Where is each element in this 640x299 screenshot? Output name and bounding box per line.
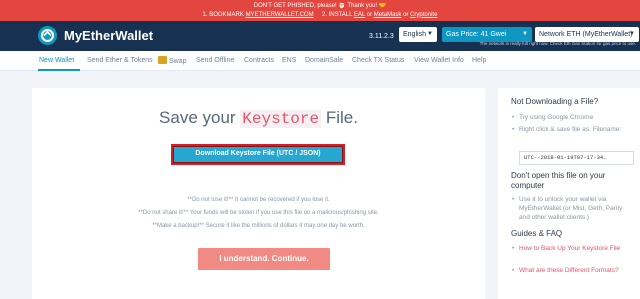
- warning-do-not-lose: **Do not lose it!** It cannot be recover…: [187, 197, 330, 203]
- page-title: Save your Keystore File.: [32, 108, 485, 129]
- warning-make-backup: **Make a backup!** Secure it like the mi…: [152, 223, 365, 229]
- nav-help[interactable]: Help: [472, 56, 486, 65]
- gas-price-select[interactable]: Gas Price: 41 Gwei ▼: [442, 27, 532, 42]
- version-label: 3.11.2.3: [369, 33, 394, 40]
- eal-link[interactable]: EAL: [354, 12, 365, 18]
- main-navigation: New Wallet Send Ether & Tokens Swap Send…: [0, 51, 640, 71]
- language-select[interactable]: English ▼: [399, 27, 437, 42]
- sidebar-tip-unlock: Use it to unlock your wallet via MyEther…: [512, 195, 631, 222]
- nav-swap[interactable]: Swap: [158, 56, 187, 66]
- keystore-filename-field[interactable]: UTC--2018-01-19T07-17-34.: [519, 151, 634, 165]
- myetherwallet-logo-icon[interactable]: [38, 26, 57, 45]
- nav-ens[interactable]: ENS: [282, 56, 296, 65]
- warning-do-not-share: **Do not share it!** Your funds will be …: [138, 210, 379, 216]
- banner-line-2: 1. BOOKMARK MYETHERWALLET.COM 2. INSTALL…: [0, 11, 640, 20]
- continue-button[interactable]: I understand. Continue.: [198, 248, 330, 270]
- help-sidebar: Not Downloading a File? Try using Google…: [498, 88, 640, 299]
- download-keystore-button[interactable]: Download Keystore File (UTC / JSON): [171, 144, 345, 165]
- nav-send-offline[interactable]: Send Offline: [196, 56, 234, 65]
- sidebar-tip-chrome: Try using Google Chrome: [512, 113, 631, 122]
- chevron-down-icon: ▼: [629, 31, 635, 37]
- active-tab-indicator: [38, 69, 80, 71]
- chevron-down-icon: ▼: [522, 31, 528, 37]
- phishing-warning-banner: DON'T GET PHISHED, please! 🎅 Thank you! …: [0, 0, 640, 21]
- nav-view-wallet-info[interactable]: View Wallet Info: [414, 56, 464, 65]
- brand-name[interactable]: MyEtherWallet: [64, 27, 153, 44]
- nav-send-ether-tokens[interactable]: Send Ether & Tokens: [87, 56, 153, 65]
- network-congestion-note: The network is really full right now. Ch…: [479, 41, 636, 46]
- title-keystore-code: Keystore: [240, 110, 322, 128]
- guide-link-formats[interactable]: What are these Different Formats?: [512, 266, 631, 275]
- network-select[interactable]: Network ETH (MyEtherWallet) ▼: [535, 27, 639, 42]
- gas-price-value: Gas Price: 41 Gwei: [446, 31, 507, 38]
- chevron-down-icon: ▼: [427, 31, 433, 37]
- nav-domainsale[interactable]: DomainSale: [305, 56, 343, 65]
- language-value: English: [403, 31, 426, 38]
- banner-bookmark-text: 1. BOOKMARK: [202, 11, 246, 18]
- banner-install-text: 2. INSTALL: [313, 11, 354, 18]
- title-prefix: Save your: [159, 108, 241, 127]
- nav-new-wallet[interactable]: New Wallet: [39, 56, 74, 65]
- sidebar-heading-dont-open: Don't open this file on your computer: [511, 171, 606, 190]
- banner-or-1: or: [365, 11, 374, 18]
- guide-link-backup-keystore[interactable]: How to Back Up Your Keystore File: [512, 244, 631, 253]
- swap-icon: [158, 56, 167, 64]
- sidebar-heading-not-downloading: Not Downloading a File?: [511, 97, 599, 106]
- nav-check-tx-status[interactable]: Check TX Status: [352, 56, 404, 65]
- metamask-link[interactable]: MetaMask: [374, 12, 402, 18]
- nav-contracts[interactable]: Contracts: [244, 56, 274, 65]
- keystore-save-panel: Save your Keystore File. Download Keysto…: [32, 88, 485, 299]
- title-suffix: File.: [321, 108, 358, 127]
- sidebar-heading-guides: Guides & FAQ: [511, 229, 563, 238]
- bookmark-link[interactable]: MYETHERWALLET.COM: [246, 12, 314, 18]
- nav-swap-label: Swap: [169, 58, 187, 65]
- sidebar-tip-right-click: Right click & save file as. Filename:: [512, 125, 631, 134]
- banner-or-2: or: [401, 11, 411, 18]
- banner-line-1: DON'T GET PHISHED, please! 🎅 Thank you! …: [253, 3, 387, 9]
- cryptonite-link[interactable]: Cryptonite: [410, 12, 437, 18]
- network-value: Network ETH (MyEtherWallet): [539, 31, 633, 38]
